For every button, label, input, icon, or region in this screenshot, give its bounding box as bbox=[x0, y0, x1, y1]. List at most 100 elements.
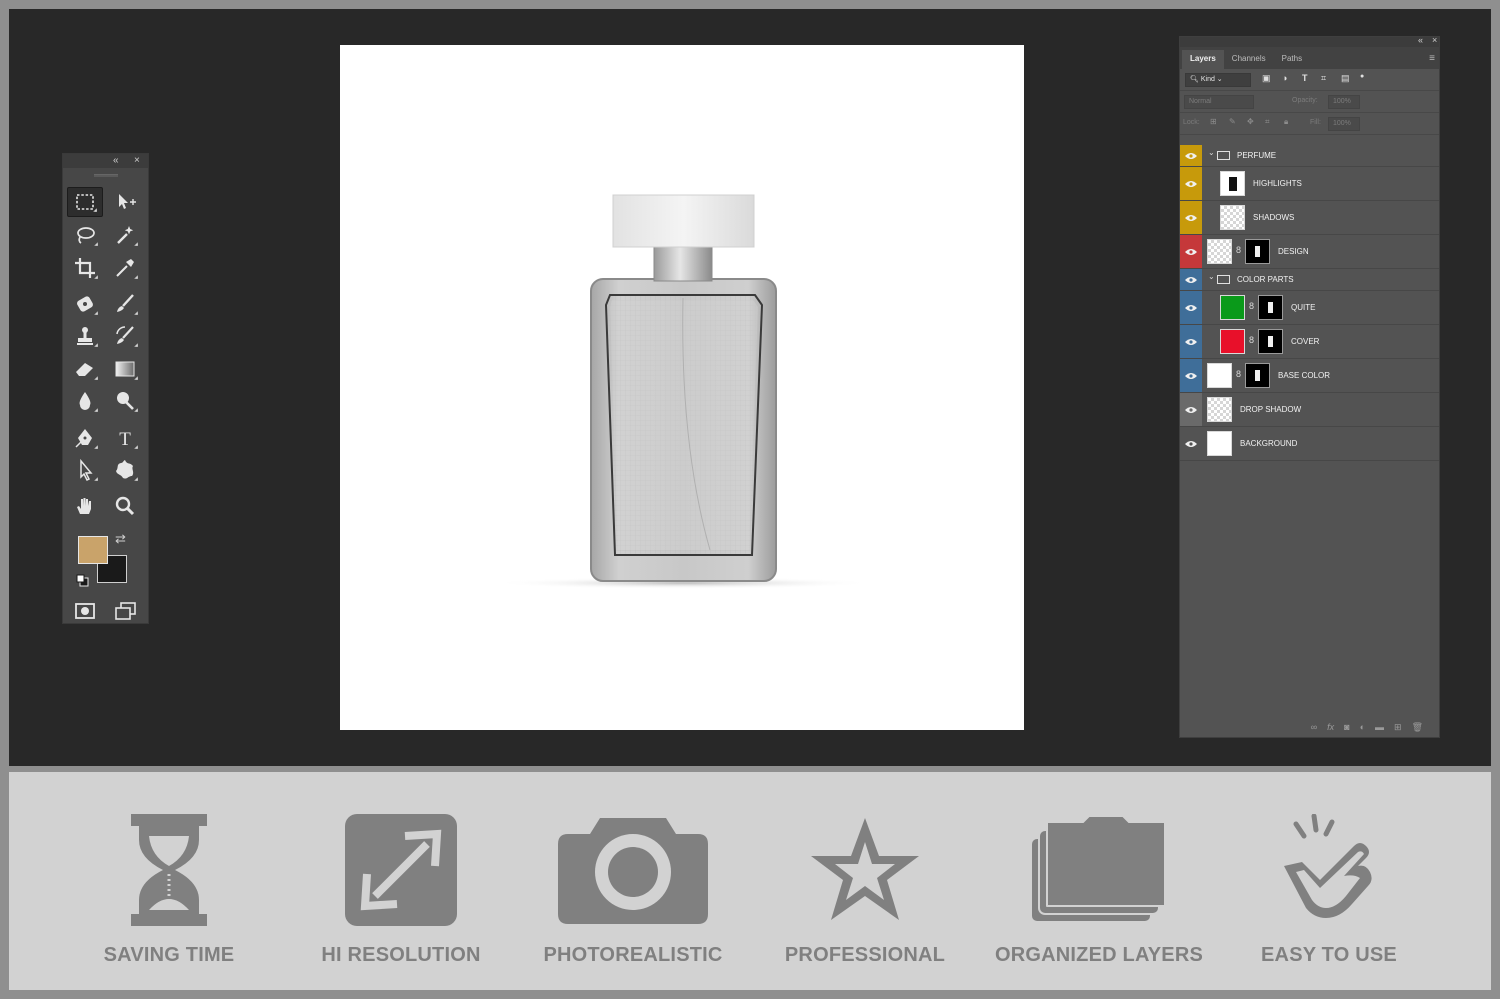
visibility-eye-icon[interactable] bbox=[1180, 393, 1202, 426]
crop-icon[interactable] bbox=[67, 253, 103, 283]
document-canvas[interactable] bbox=[340, 45, 1024, 730]
visibility-eye-icon[interactable] bbox=[1180, 201, 1202, 234]
layer-row-highlights[interactable]: HIGHLIGHTS bbox=[1180, 167, 1439, 201]
visibility-eye-icon[interactable] bbox=[1180, 359, 1202, 392]
magic-wand-icon[interactable] bbox=[107, 220, 143, 250]
shape-filter-icon[interactable]: ⌗ bbox=[1321, 73, 1326, 84]
visibility-eye-icon[interactable] bbox=[1180, 291, 1202, 324]
new-layer-icon[interactable]: ⊞ bbox=[1394, 722, 1402, 733]
filter-toggle-icon[interactable]: ● bbox=[1360, 73, 1364, 80]
new-group-icon[interactable]: ▬ bbox=[1375, 722, 1384, 732]
chevron-down-icon[interactable]: ⌄ bbox=[1208, 272, 1215, 281]
feature-label: PHOTOREALISTIC bbox=[543, 944, 723, 966]
move-icon[interactable] bbox=[107, 187, 143, 217]
close-icon[interactable]: × bbox=[134, 154, 140, 168]
layers-panel-footer: ∞ fx ◙ ◐ ▬ ⊞ 🗑︎ bbox=[1180, 717, 1439, 737]
layer-thumbnail bbox=[1207, 397, 1232, 422]
layer-mask-thumbnail[interactable] bbox=[1258, 295, 1283, 320]
feature-hi-resolution: HI RESOLUTION bbox=[291, 772, 511, 990]
foreground-color-swatch[interactable] bbox=[78, 536, 108, 564]
feature-label: SAVING TIME bbox=[103, 944, 235, 966]
smart-object-filter-icon[interactable]: ▤ bbox=[1341, 73, 1350, 84]
healing-brush-icon[interactable] bbox=[67, 289, 103, 319]
layer-mask-thumbnail[interactable] bbox=[1258, 329, 1283, 354]
blend-mode-select[interactable]: Normal bbox=[1184, 95, 1254, 109]
eyedropper-icon[interactable] bbox=[107, 253, 143, 283]
filter-kind-select[interactable]: 🔍︎ Kind ⌄ bbox=[1185, 73, 1251, 87]
clone-stamp-icon[interactable] bbox=[67, 321, 103, 351]
layer-filter-row: 🔍︎ Kind ⌄ ▣ ◑ T ⌗ ▤ ● bbox=[1180, 69, 1439, 91]
tab-layers[interactable]: Layers bbox=[1182, 50, 1224, 69]
quick-mask-icon[interactable] bbox=[67, 596, 103, 626]
layer-row-color-parts[interactable]: ⌄ COLOR PARTS bbox=[1180, 269, 1439, 291]
layer-row-cover[interactable]: 8 COVER bbox=[1180, 325, 1439, 359]
fill-input[interactable]: 100% bbox=[1328, 117, 1360, 131]
lock-artboard-icon[interactable]: ⌗ bbox=[1265, 117, 1270, 127]
lock-all-icon[interactable]: 🔒︎ bbox=[1284, 117, 1288, 127]
type-filter-icon[interactable]: T bbox=[1302, 73, 1308, 83]
rectangular-marquee-icon[interactable] bbox=[67, 187, 103, 217]
visibility-eye-icon[interactable] bbox=[1180, 235, 1202, 268]
layer-row-quite[interactable]: 8 QUITE bbox=[1180, 291, 1439, 325]
chevron-down-icon[interactable]: ⌄ bbox=[1208, 148, 1215, 157]
layer-name: DESIGN bbox=[1278, 247, 1309, 256]
mask-link-icon[interactable]: 8 bbox=[1249, 301, 1254, 311]
pen-icon[interactable] bbox=[67, 423, 103, 453]
visibility-eye-icon[interactable] bbox=[1180, 145, 1202, 166]
gradient-icon[interactable] bbox=[107, 354, 143, 384]
lock-pixels-icon[interactable]: ✎ bbox=[1229, 117, 1236, 126]
layer-row-shadows[interactable]: SHADOWS bbox=[1180, 201, 1439, 235]
hand-icon[interactable] bbox=[67, 491, 103, 521]
default-colors-icon[interactable] bbox=[76, 574, 89, 587]
mask-icon[interactable]: ◙ bbox=[1344, 722, 1349, 732]
screen-mode-icon[interactable] bbox=[107, 596, 143, 626]
eraser-icon[interactable] bbox=[67, 354, 103, 384]
panel-grip[interactable] bbox=[93, 174, 118, 177]
layer-mask-thumbnail[interactable] bbox=[1245, 239, 1270, 264]
svg-text:T: T bbox=[119, 429, 131, 450]
link-icon[interactable]: ∞ bbox=[1311, 722, 1317, 732]
panel-menu-icon[interactable]: ≡ bbox=[1429, 53, 1435, 64]
brush-icon[interactable] bbox=[107, 289, 143, 319]
close-icon[interactable]: × bbox=[1432, 35, 1437, 45]
collapse-icon[interactable]: « bbox=[1418, 35, 1423, 45]
dodge-icon[interactable] bbox=[107, 386, 143, 416]
visibility-eye-icon[interactable] bbox=[1180, 427, 1202, 460]
layer-row-background[interactable]: BACKGROUND bbox=[1180, 427, 1439, 461]
layers-panel-tabs: Layers Channels Paths ≡ bbox=[1180, 47, 1439, 69]
tab-paths[interactable]: Paths bbox=[1274, 50, 1310, 69]
layer-mask-thumbnail[interactable] bbox=[1245, 363, 1270, 388]
layer-row-drop-shadow[interactable]: DROP SHADOW bbox=[1180, 393, 1439, 427]
mask-link-icon[interactable]: 8 bbox=[1236, 369, 1241, 379]
layer-row-design[interactable]: 8 DESIGN bbox=[1180, 235, 1439, 269]
adjustment-icon[interactable]: ◐ bbox=[1360, 722, 1365, 732]
opacity-input[interactable]: 100% bbox=[1328, 95, 1360, 109]
type-icon[interactable]: T bbox=[107, 423, 143, 453]
custom-shape-icon[interactable] bbox=[107, 455, 143, 485]
lock-position-icon[interactable]: ✥ bbox=[1247, 117, 1254, 126]
mask-link-icon[interactable]: 8 bbox=[1249, 335, 1254, 345]
lock-transparent-icon[interactable]: ⊞ bbox=[1210, 117, 1217, 126]
layer-row-perfume[interactable]: ⌄ PERFUME bbox=[1180, 145, 1439, 167]
visibility-eye-icon[interactable] bbox=[1180, 325, 1202, 358]
visibility-eye-icon[interactable] bbox=[1180, 167, 1202, 200]
tab-channels[interactable]: Channels bbox=[1224, 50, 1274, 69]
mask-link-icon[interactable]: 8 bbox=[1236, 245, 1241, 255]
swap-colors-icon[interactable]: ⇄ bbox=[115, 532, 126, 545]
trash-icon[interactable]: 🗑︎ bbox=[1412, 722, 1423, 733]
zoom-icon[interactable] bbox=[107, 491, 143, 521]
adjustment-filter-icon[interactable]: ◑ bbox=[1282, 73, 1287, 83]
pixel-filter-icon[interactable]: ▣ bbox=[1262, 73, 1271, 84]
layer-row-base-color[interactable]: 8 BASE COLOR bbox=[1180, 359, 1439, 393]
visibility-eye-icon[interactable] bbox=[1180, 269, 1202, 290]
feature-photorealistic: PHOTOREALISTIC bbox=[523, 772, 743, 990]
collapse-icon[interactable]: « bbox=[113, 154, 119, 168]
path-selection-icon[interactable] bbox=[67, 455, 103, 485]
layer-name: BACKGROUND bbox=[1240, 439, 1298, 448]
lasso-icon[interactable] bbox=[67, 220, 103, 250]
history-brush-icon[interactable] bbox=[107, 321, 143, 351]
fx-icon[interactable]: fx bbox=[1327, 722, 1334, 732]
blur-icon[interactable] bbox=[67, 386, 103, 416]
layer-name: HIGHLIGHTS bbox=[1253, 179, 1302, 188]
layer-name: COVER bbox=[1291, 337, 1320, 346]
